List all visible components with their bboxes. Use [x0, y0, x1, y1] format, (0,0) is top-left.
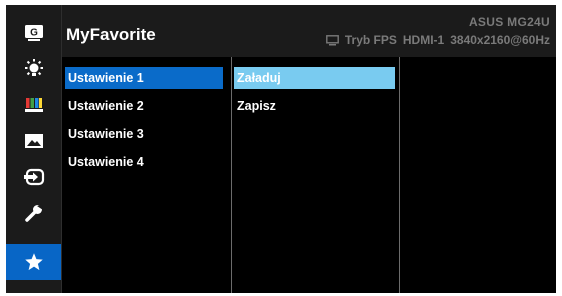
load-button[interactable]: Załaduj [234, 67, 395, 89]
sidebar-item-input-select[interactable] [6, 159, 61, 195]
sidebar-item-gameplus[interactable]: G [6, 15, 61, 51]
list-item-setting-2[interactable]: Ustawienie 2 [65, 95, 223, 117]
header: MyFavorite ASUS MG24U Tryb FPS HDMI-1 38… [62, 5, 556, 57]
sidebar-item-image[interactable] [6, 123, 61, 159]
osd-menu: G MyFavorite ASUS MG24U Tryb FPS HDMI-1 … [6, 5, 556, 293]
wrench-icon [24, 204, 43, 222]
svg-text:G: G [30, 28, 38, 39]
sidebar-item-brightness[interactable] [6, 51, 61, 87]
sidebar-item-myfavorite[interactable] [6, 244, 61, 280]
sidebar: G [6, 5, 62, 293]
status-bar: Tryb FPS HDMI-1 3840x2160@60Hz [325, 33, 550, 47]
color-icon [24, 98, 43, 112]
sidebar-item-color[interactable] [6, 87, 61, 123]
star-icon [24, 253, 43, 271]
actions-list: Załaduj Zapisz [231, 57, 400, 293]
settings-list: Ustawienie 1 Ustawienie 2 Ustawienie 3 U… [62, 57, 230, 293]
save-button[interactable]: Zapisz [234, 95, 395, 117]
game-mode-label: Tryb FPS [344, 33, 397, 47]
list-item-setting-4[interactable]: Ustawienie 4 [65, 151, 223, 173]
monitor-icon [325, 34, 339, 46]
page-title: MyFavorite [66, 25, 156, 44]
image-icon [24, 134, 43, 148]
sidebar-item-system-setup[interactable] [6, 195, 61, 231]
resolution-label: 3840x2160@60Hz [450, 33, 550, 47]
list-item-setting-3[interactable]: Ustawienie 3 [65, 123, 223, 145]
monitor-model: ASUS MG24U [468, 15, 550, 29]
gameplus-icon: G [24, 25, 43, 41]
input-select-icon [23, 168, 44, 186]
input-source-label: HDMI-1 [402, 33, 445, 47]
list-item-setting-1[interactable]: Ustawienie 1 [65, 67, 223, 89]
brightness-icon [24, 59, 43, 76]
